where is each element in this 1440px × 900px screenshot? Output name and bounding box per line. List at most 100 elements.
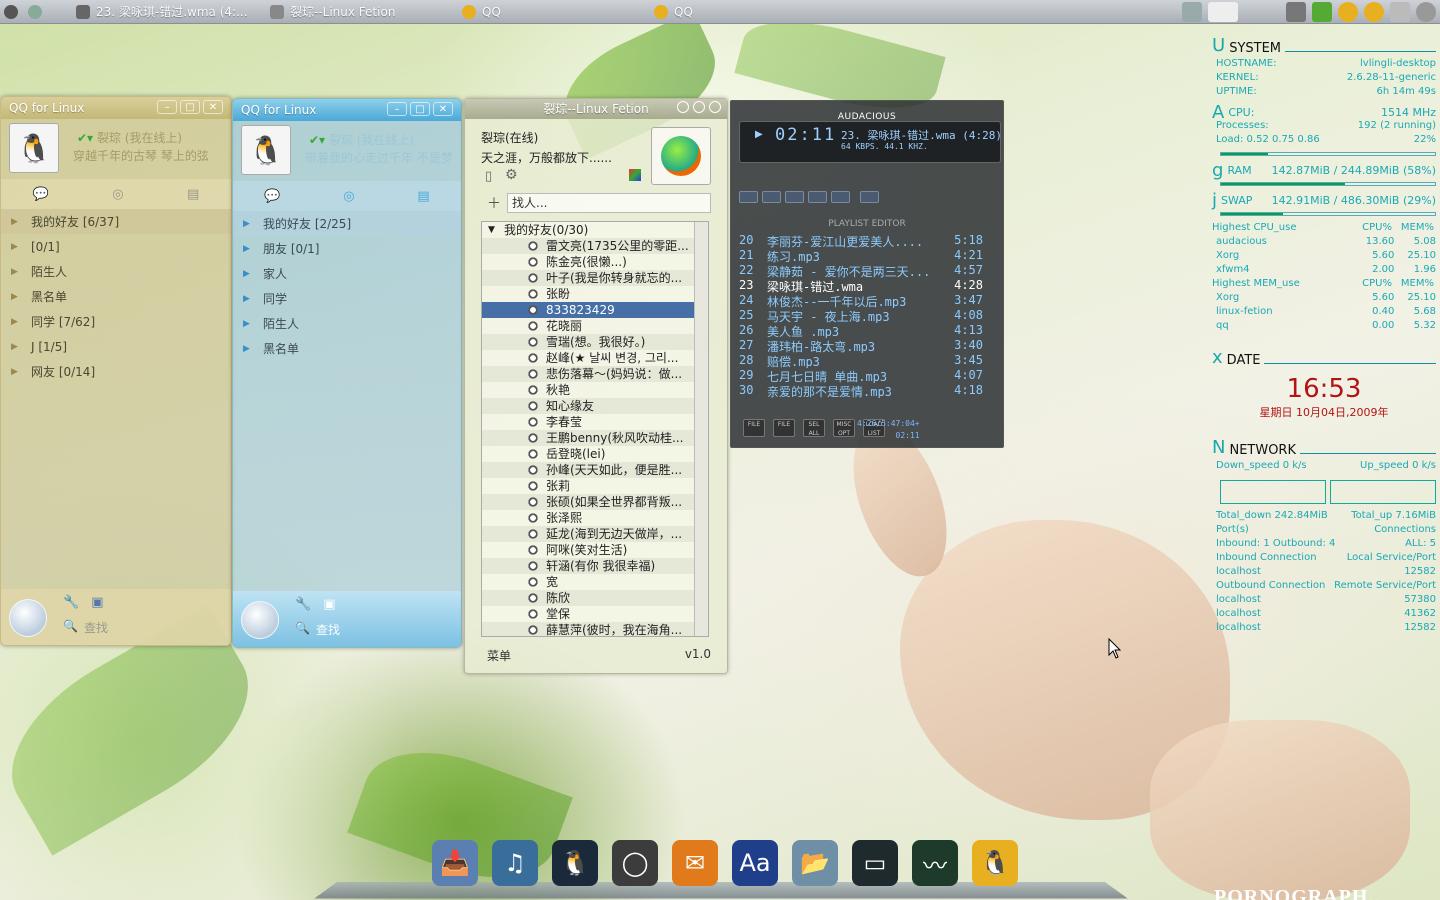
qq-penguin-icon[interactable]: 🐧 xyxy=(972,840,1018,886)
play-button[interactable] xyxy=(762,191,781,203)
nickname[interactable]: ✔▾ 裂琮 (我在线上) xyxy=(309,131,414,148)
contact-row[interactable]: 王鹏benny(秋风吹动桂... xyxy=(482,430,694,446)
main-menu-orb[interactable] xyxy=(9,599,47,637)
playlist-button[interactable]: FILE xyxy=(773,419,795,437)
contact-row[interactable]: 薛慧萍(彼时，我在海角... xyxy=(482,622,694,636)
find-button[interactable]: 🔍 查找 xyxy=(295,621,340,638)
contact-row[interactable]: 张莉 xyxy=(482,478,694,494)
taskbar-item-audacious[interactable]: 23. 梁咏琪-错过.wma (4:... xyxy=(0,1,262,23)
group-row[interactable]: ▶ [0/1] xyxy=(1,234,231,259)
groups-tab-icon[interactable]: ◎ xyxy=(112,187,123,202)
playlist-row[interactable]: 30 亲爱的那不是爱情.mp3 4:18 xyxy=(739,383,987,398)
previous-button[interactable] xyxy=(739,191,758,203)
close-button[interactable]: ✕ xyxy=(433,102,453,116)
contact-row[interactable]: 张泽熙 xyxy=(482,510,694,526)
group-row[interactable]: ▶ 家人 xyxy=(233,261,461,286)
qq-tray-icon[interactable] xyxy=(1338,2,1358,22)
contact-row[interactable]: 悲伤落幕～(妈妈说：做... xyxy=(482,366,694,382)
contact-row[interactable]: 张硕(如果全世界都背叛... xyxy=(482,494,694,510)
maximize-button[interactable]: □ xyxy=(410,102,430,116)
group-row[interactable]: ▶ 同学 [7/62] xyxy=(1,309,231,334)
group-row[interactable]: ▶ 我的好友 [6/37] xyxy=(1,209,231,234)
group-row[interactable]: ▶ 陌生人 xyxy=(233,311,461,336)
message-manager-icon[interactable]: ▣ xyxy=(91,595,103,610)
contact-row[interactable]: 堂保 xyxy=(482,606,694,622)
add-contact-icon[interactable]: ＋ xyxy=(487,193,501,213)
file-manager-icon[interactable]: 📂 xyxy=(792,840,838,886)
playlist-row[interactable]: 23 梁咏琪-错过.wma 4:28 xyxy=(739,278,987,293)
minimize-all-icon[interactable] xyxy=(1182,2,1202,22)
next-button[interactable] xyxy=(831,191,850,203)
signature[interactable]: 穿越千年的古琴 琴上的弦 xyxy=(73,147,221,164)
minimize-button[interactable]: – xyxy=(157,100,177,114)
signature[interactable]: 带着我的心走过千年 不是梦 xyxy=(305,149,453,166)
stop-button[interactable] xyxy=(808,191,827,203)
app-menu-icon[interactable] xyxy=(28,4,42,19)
message-manager-icon[interactable]: ▣ xyxy=(323,597,335,612)
window-titlebar[interactable]: 裂琮--Linux Fetion xyxy=(465,99,727,119)
minimize-button[interactable]: – xyxy=(387,102,407,116)
playlist-row[interactable]: 22 梁静茹 - 爱你不是两三天... 4:57 xyxy=(739,263,987,278)
taskbar-item-qq-2[interactable]: QQ xyxy=(646,1,838,23)
recent-tab-icon[interactable]: ▤ xyxy=(417,189,429,204)
power-icon[interactable] xyxy=(1416,2,1436,22)
playlist-button[interactable]: FILE xyxy=(743,419,765,437)
contact-row[interactable]: 李春莹 xyxy=(482,414,694,430)
gear-icon[interactable] xyxy=(1286,2,1306,22)
playlist-button[interactable]: MISC OPT xyxy=(833,419,855,437)
wrench-icon[interactable]: 🔧 xyxy=(63,595,79,610)
minimize-button[interactable] xyxy=(677,101,689,113)
playlist-button[interactable]: SEL ALL xyxy=(803,419,825,437)
group-row[interactable]: ▶ 网友 [0/14] xyxy=(1,359,231,384)
contact-row[interactable]: 赵峰(★ 날씨 변경, 그리... xyxy=(482,350,694,366)
group-row[interactable]: ▶ 黑名单 xyxy=(1,284,231,309)
workspace-switcher-icon[interactable] xyxy=(1208,2,1238,22)
contacts-tab-icon[interactable]: 💬 xyxy=(264,189,280,204)
contact-row[interactable]: 岳登晓(lei) xyxy=(482,446,694,462)
group-row[interactable]: ▶ J [1/5] xyxy=(1,334,231,359)
playlist-row[interactable]: 28 赔偿.mp3 3:45 xyxy=(739,353,987,368)
eject-button[interactable] xyxy=(860,191,879,203)
qq-icon[interactable]: 🐧 xyxy=(552,840,598,886)
qq-tray-icon[interactable] xyxy=(1364,2,1384,22)
wrench-icon[interactable]: 🔧 xyxy=(295,597,311,612)
groups-tab-icon[interactable]: ◎ xyxy=(343,189,354,204)
contact-row[interactable]: 宽 xyxy=(482,574,694,590)
contact-row[interactable]: 知心缘友 xyxy=(482,398,694,414)
group-header[interactable]: ▼ 我的好友(0/30) xyxy=(482,222,708,238)
system-monitor-icon[interactable]: 〰 xyxy=(912,840,958,886)
group-row[interactable]: ▶ 同学 xyxy=(233,286,461,311)
taskbar-item-fetion[interactable]: 裂琮--Linux Fetion xyxy=(262,1,454,23)
contact-row[interactable]: 秋艳 xyxy=(482,382,694,398)
playlist-row[interactable]: 27 潘玮柏-路太弯.mp3 3:40 xyxy=(739,338,987,353)
pause-button[interactable] xyxy=(785,191,804,203)
avatar[interactable]: 🐧 xyxy=(241,125,291,175)
contact-row[interactable]: 延龙(海到无边天做岸，... xyxy=(482,526,694,542)
contacts-tab-icon[interactable]: 💬 xyxy=(33,187,49,202)
main-menu-orb[interactable] xyxy=(241,601,279,639)
contact-row[interactable]: 花晓丽 xyxy=(482,318,694,334)
keyboard-icon[interactable] xyxy=(1390,2,1410,22)
avatar[interactable]: 🐧 xyxy=(9,123,59,173)
installer-icon[interactable]: 📥 xyxy=(432,840,478,886)
online-status-icon[interactable]: ✔▾ xyxy=(77,131,93,145)
phone-icon[interactable]: ▯ xyxy=(485,169,492,184)
fetion-status-message[interactable]: 天之涯，万般都放下...... xyxy=(481,149,612,166)
fetion-avatar[interactable] xyxy=(651,127,711,185)
contact-row[interactable]: 阿咪(笑对生活) xyxy=(482,542,694,558)
playlist-row[interactable]: 24 林俊杰--一千年以后.mp3 3:47 xyxy=(739,293,987,308)
fetion-tray-icon[interactable] xyxy=(1312,2,1332,22)
contact-row[interactable]: 叶子(我是你转身就忘的... xyxy=(482,270,694,286)
group-row[interactable]: ▶ 黑名单 xyxy=(233,336,461,361)
music-player-icon[interactable]: ♫ xyxy=(492,840,538,886)
group-row[interactable]: ▶ 朋友 [0/1] xyxy=(233,236,461,261)
fetion-username[interactable]: 裂琮(在线) xyxy=(481,129,538,146)
online-status-icon[interactable]: ✔▾ xyxy=(309,133,325,147)
contact-row[interactable]: 陈金亮(很懒...) xyxy=(482,254,694,270)
contact-row[interactable]: 833823429 xyxy=(482,302,694,318)
scrollbar[interactable] xyxy=(694,222,708,636)
group-row[interactable]: ▶ 我的好友 [2/25] xyxy=(233,211,461,236)
contact-row[interactable]: 孙峰(天天如此，便是胜... xyxy=(482,462,694,478)
find-button[interactable]: 🔍 查找 xyxy=(63,619,108,636)
terminal-icon[interactable]: ▭ xyxy=(852,840,898,886)
